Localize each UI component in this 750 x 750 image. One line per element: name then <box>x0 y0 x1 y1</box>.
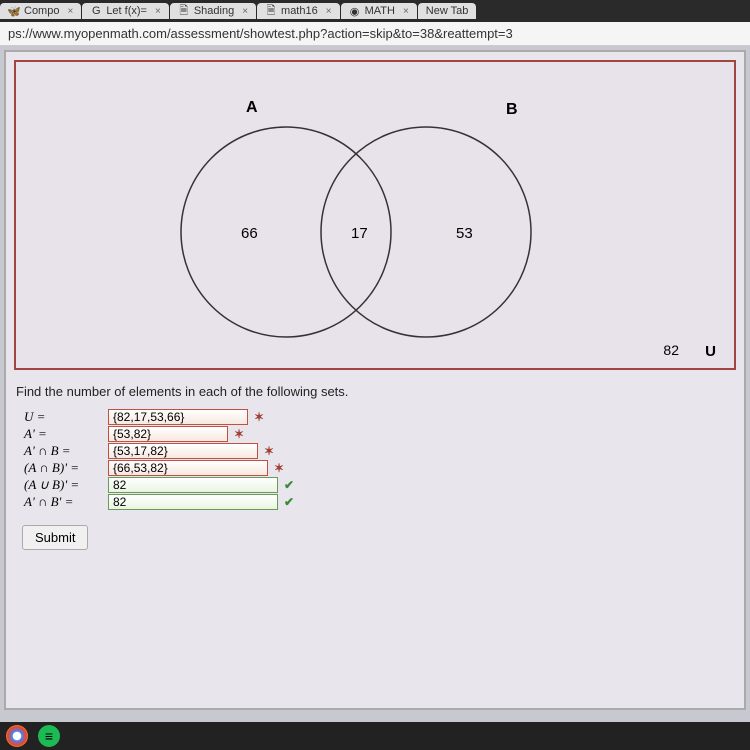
answer-input-a-union-b-prime[interactable] <box>108 477 278 493</box>
answer-input-a-prime-int-b-prime[interactable] <box>108 494 278 510</box>
answer-row-u: U = ✶ <box>24 409 736 425</box>
url-bar[interactable]: ps://www.myopenmath.com/assessment/showt… <box>0 22 750 46</box>
incorrect-icon: ✶ <box>274 461 284 475</box>
incorrect-icon: ✶ <box>234 427 244 441</box>
problem-text: Find the number of elements in each of t… <box>16 384 736 399</box>
favicon-icon: 🦋 <box>8 5 20 17</box>
close-icon[interactable]: × <box>403 6 409 17</box>
tab-label: math16 <box>281 5 318 17</box>
answer-row-a-prime-int-b-prime: A' ∩ B' = ✔ <box>24 494 736 510</box>
answer-label: A' = <box>24 426 102 442</box>
value-only-b: 53 <box>456 225 473 242</box>
value-intersection: 17 <box>351 225 368 242</box>
tab-label: Shading <box>194 5 234 17</box>
tab-label: New Tab <box>426 5 469 17</box>
doc-icon: 🗎 <box>178 5 190 17</box>
answer-row-a-union-b-prime: (A ∪ B)' = ✔ <box>24 477 736 493</box>
close-icon[interactable]: × <box>155 6 161 17</box>
answer-input-a-prime[interactable] <box>108 426 228 442</box>
answer-label: (A ∩ B)' = <box>24 460 102 476</box>
correct-icon: ✔ <box>284 495 294 509</box>
value-outside: 82 <box>663 342 679 358</box>
google-icon: G <box>90 5 102 17</box>
doc-icon: 🗎 <box>265 5 277 17</box>
taskbar: ≡ <box>0 722 750 750</box>
label-u: U <box>705 343 716 360</box>
answer-label: (A ∪ B)' = <box>24 477 102 493</box>
answer-input-a-int-b-prime[interactable] <box>108 460 268 476</box>
answer-input-u[interactable] <box>108 409 248 425</box>
answer-input-a-prime-int-b[interactable] <box>108 443 258 459</box>
submit-button[interactable]: Submit <box>22 525 88 550</box>
tab-label: MATH <box>365 5 395 17</box>
answer-row-a-prime: A' = ✶ <box>24 426 736 442</box>
chrome-icon[interactable] <box>6 725 28 747</box>
tab-math16[interactable]: 🗎 math16 × <box>257 3 340 19</box>
value-only-a: 66 <box>241 225 258 242</box>
close-icon[interactable]: × <box>326 6 332 17</box>
favicon-icon: ◉ <box>349 5 361 17</box>
answers-block: U = ✶ A' = ✶ A' ∩ B = ✶ (A ∩ B)' = ✶ (A … <box>24 409 736 510</box>
venn-diagram: A B 66 17 53 U 82 <box>14 60 736 370</box>
incorrect-icon: ✶ <box>264 444 274 458</box>
tab-shading[interactable]: 🗎 Shading × <box>170 3 256 19</box>
tab-math[interactable]: ◉ MATH × <box>341 3 417 19</box>
browser-tabs: 🦋 Compo × G Let f(x)= × 🗎 Shading × 🗎 math16 × ◉… <box>0 0 750 22</box>
answer-label: U = <box>24 409 102 425</box>
page-content: A B 66 17 53 U 82 Find the number of ele… <box>4 50 746 710</box>
tab-letfx[interactable]: G Let f(x)= × <box>82 3 169 19</box>
answer-label: A' ∩ B' = <box>24 494 102 510</box>
venn-svg: A B 66 17 53 <box>96 82 616 362</box>
label-a: A <box>246 99 258 116</box>
tab-label: Compo <box>24 5 59 17</box>
answer-row-a-prime-int-b: A' ∩ B = ✶ <box>24 443 736 459</box>
tab-label: Let f(x)= <box>106 5 147 17</box>
tab-compo[interactable]: 🦋 Compo × <box>0 3 81 19</box>
correct-icon: ✔ <box>284 478 294 492</box>
spotify-icon[interactable]: ≡ <box>38 725 60 747</box>
tab-newtab[interactable]: New Tab <box>418 3 477 19</box>
incorrect-icon: ✶ <box>254 410 264 424</box>
answer-row-a-int-b-prime: (A ∩ B)' = ✶ <box>24 460 736 476</box>
label-b: B <box>506 101 518 118</box>
close-icon[interactable]: × <box>67 6 73 17</box>
answer-label: A' ∩ B = <box>24 443 102 459</box>
close-icon[interactable]: × <box>242 6 248 17</box>
